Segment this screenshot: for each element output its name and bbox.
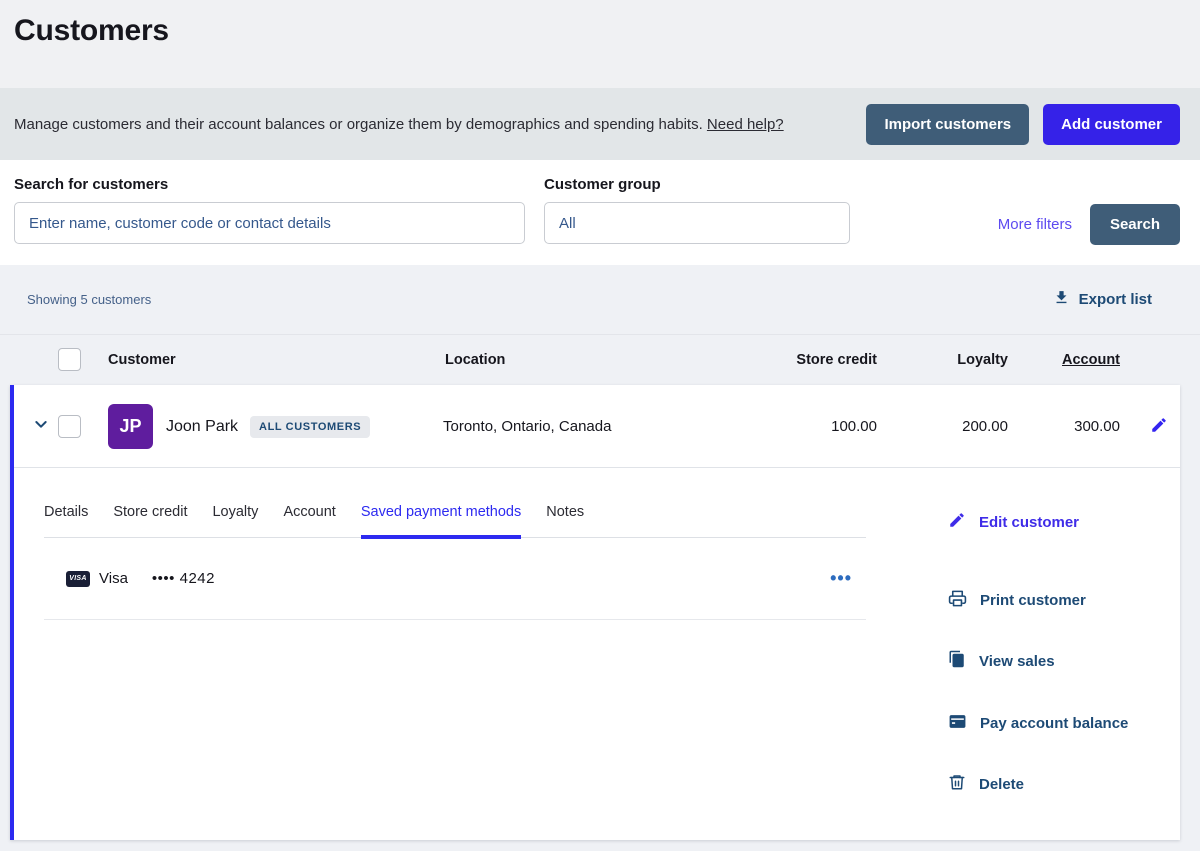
search-input[interactable] — [14, 202, 525, 244]
edit-customer-action[interactable]: Edit customer — [948, 511, 1079, 533]
pay-account-balance-action[interactable]: Pay account balance — [948, 712, 1128, 735]
tab-saved-payment-methods[interactable]: Saved payment methods — [361, 504, 521, 539]
payment-masked-number: •••• 4242 — [152, 570, 215, 587]
tab-details[interactable]: Details — [44, 504, 88, 539]
customer-loyalty: 200.00 — [908, 418, 1008, 435]
view-sales-label: View sales — [979, 653, 1055, 670]
credit-card-icon — [948, 712, 967, 735]
banner-description: Manage customers and their account balan… — [14, 116, 866, 133]
customer-row[interactable]: JP Joon Park ALL CUSTOMERS Toronto, Onta… — [14, 385, 1180, 468]
import-customers-button[interactable]: Import customers — [866, 104, 1029, 145]
tab-store-credit[interactable]: Store credit — [113, 504, 187, 539]
search-section: Search for customers Customer group All … — [0, 160, 1200, 265]
customer-group-badge: ALL CUSTOMERS — [250, 416, 370, 438]
customer-identity: Joon Park ALL CUSTOMERS — [166, 385, 370, 468]
printer-icon — [948, 589, 967, 612]
saved-payment-method-row: VISA Visa •••• 4242 ••• — [44, 538, 866, 620]
visa-chip-text: VISA — [69, 575, 87, 582]
customer-store-credit: 100.00 — [777, 418, 877, 435]
export-list-label: Export list — [1079, 291, 1152, 308]
need-help-link[interactable]: Need help? — [707, 116, 784, 133]
download-icon — [1053, 289, 1070, 310]
customer-group-field: Customer group All — [544, 176, 850, 244]
search-field-group: Search for customers — [14, 176, 525, 244]
print-customer-label: Print customer — [980, 592, 1086, 609]
customer-location: Toronto, Ontario, Canada — [443, 418, 611, 435]
expanded-customer-panel: JP Joon Park ALL CUSTOMERS Toronto, Onta… — [10, 385, 1180, 840]
header-location: Location — [445, 352, 505, 368]
delete-action[interactable]: Delete — [948, 773, 1024, 795]
tab-loyalty[interactable]: Loyalty — [212, 504, 258, 539]
header-store-credit: Store credit — [727, 352, 877, 368]
results-toolbar: Showing 5 customers Export list — [0, 265, 1200, 335]
delete-label: Delete — [979, 776, 1024, 793]
select-all-checkbox[interactable] — [58, 348, 81, 371]
banner-description-text: Manage customers and their account balan… — [14, 116, 707, 133]
trash-icon — [948, 773, 966, 795]
banner: Manage customers and their account balan… — [0, 88, 1200, 160]
tab-notes[interactable]: Notes — [546, 504, 584, 539]
search-label: Search for customers — [14, 176, 525, 193]
payment-overflow-menu-icon[interactable]: ••• — [830, 568, 852, 589]
page-title: Customers — [14, 14, 1184, 48]
customer-account: 300.00 — [1020, 418, 1120, 435]
row-edit-pencil-icon[interactable] — [1150, 416, 1168, 439]
edit-customer-label: Edit customer — [979, 514, 1079, 531]
collapse-chevron-down-icon[interactable] — [33, 416, 49, 437]
pages-icon — [948, 650, 966, 672]
table-header: Customer Location Store credit Loyalty A… — [0, 335, 1200, 385]
view-sales-action[interactable]: View sales — [948, 650, 1055, 672]
showing-count: Showing 5 customers — [27, 292, 151, 307]
payment-brand: Visa — [99, 570, 128, 587]
avatar-initials: JP — [119, 416, 141, 437]
row-checkbox[interactable] — [58, 415, 81, 438]
pencil-icon — [948, 511, 966, 533]
add-customer-button[interactable]: Add customer — [1043, 104, 1180, 145]
customer-group-select[interactable]: All — [544, 202, 850, 244]
more-filters-link[interactable]: More filters — [998, 216, 1072, 233]
detail-tabs: Details Store credit Loyalty Account Sav… — [44, 489, 866, 538]
customer-group-value: All — [559, 215, 576, 232]
avatar: JP — [108, 404, 153, 449]
customer-group-label: Customer group — [544, 176, 850, 193]
print-customer-action[interactable]: Print customer — [948, 589, 1086, 612]
visa-card-icon: VISA — [66, 571, 90, 587]
export-list-button[interactable]: Export list — [1053, 289, 1152, 310]
customer-name: Joon Park — [166, 418, 238, 436]
results-section: Showing 5 customers Export list Customer… — [0, 265, 1200, 851]
page-header: Customers — [0, 0, 1200, 88]
search-button[interactable]: Search — [1090, 204, 1180, 245]
header-customer: Customer — [108, 352, 176, 368]
tab-account[interactable]: Account — [283, 504, 335, 539]
search-actions: More filters Search — [998, 176, 1180, 245]
header-account-sort[interactable]: Account — [970, 352, 1120, 368]
pay-account-balance-label: Pay account balance — [980, 715, 1128, 732]
banner-buttons: Import customers Add customer — [866, 104, 1180, 145]
